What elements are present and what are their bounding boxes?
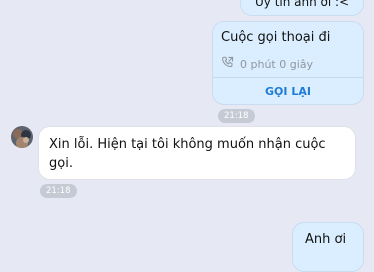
outgoing-message-bubble[interactable]: Anh ơi	[292, 222, 364, 272]
message-text: Anh ơi	[305, 232, 347, 247]
message-text: Xin lỗi. Hiện tại tôi không muốn nhận cu…	[49, 137, 326, 171]
message-text: Uy tín anh ơi :<	[255, 0, 350, 9]
message-time: 21:18	[218, 109, 255, 123]
outgoing-call-icon	[221, 56, 234, 72]
call-title: Cuộc gọi thoại đi	[221, 30, 331, 45]
call-back-button[interactable]: GỌI LẠI	[213, 78, 363, 105]
call-duration-row: 0 phút 0 giây	[221, 56, 313, 72]
outgoing-message-bubble[interactable]: Uy tín anh ơi :<	[240, 0, 364, 16]
incoming-message-bubble[interactable]: Xin lỗi. Hiện tại tôi không muốn nhận cu…	[38, 126, 356, 180]
contact-avatar[interactable]	[11, 126, 33, 148]
message-time: 21:18	[40, 184, 77, 198]
call-duration: 0 phút 0 giây	[240, 57, 314, 71]
call-log-card[interactable]: Cuộc gọi thoại đi 0 phút 0 giây GỌI LẠI	[212, 21, 364, 105]
